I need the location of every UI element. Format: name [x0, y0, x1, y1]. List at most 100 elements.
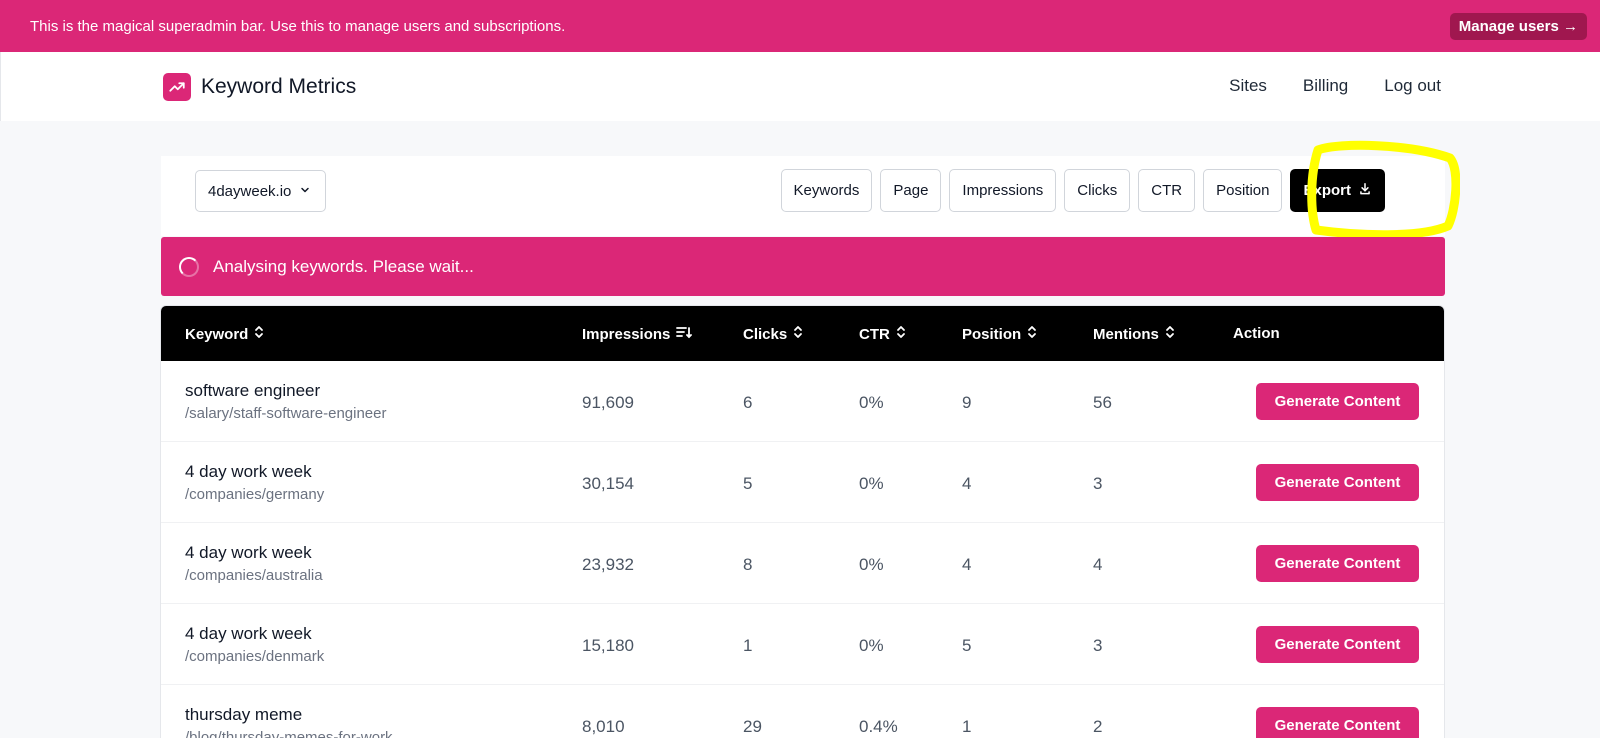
export-button[interactable]: Export — [1290, 169, 1385, 212]
column-impressions-label: Impressions — [582, 325, 671, 343]
sort-impressions-button[interactable]: Impressions — [949, 169, 1057, 212]
column-mentions[interactable]: Mentions — [1093, 325, 1175, 343]
table-row: 4 day work week /companies/denmark 15,18… — [161, 604, 1444, 685]
download-icon — [1358, 182, 1372, 200]
keyword-cell: thursday meme /blog/thursday-memes-for-w… — [185, 705, 393, 738]
nav-billing[interactable]: Billing — [1303, 76, 1348, 96]
manage-users-button[interactable]: Manage users → — [1449, 12, 1587, 40]
trending-up-icon — [163, 73, 191, 101]
ctr-cell: 0% — [859, 474, 884, 493]
column-keyword-label: Keyword — [185, 325, 249, 343]
clicks-cell: 29 — [743, 717, 762, 736]
nav-logout[interactable]: Log out — [1384, 76, 1441, 96]
chevron-down-icon — [299, 183, 311, 200]
generate-content-button[interactable]: Generate Content — [1256, 707, 1419, 738]
generate-content-button[interactable]: Generate Content — [1256, 383, 1419, 420]
toolbar: 4dayweek.io Keywords Page Impressions Cl… — [161, 156, 1445, 236]
ctr-cell: 0% — [859, 636, 884, 655]
column-action: Action — [1233, 325, 1280, 342]
table-row: thursday meme /blog/thursday-memes-for-w… — [161, 685, 1444, 738]
sort-updown-icon — [1027, 325, 1037, 343]
keyword-path: /blog/thursday-memes-for-work — [185, 729, 393, 738]
impressions-cell: 8,010 — [582, 717, 625, 736]
app-name: Keyword Metrics — [201, 75, 357, 98]
keyword-cell: 4 day work week /companies/germany — [185, 462, 324, 503]
mentions-cell: 2 — [1093, 717, 1103, 736]
generate-content-button[interactable]: Generate Content — [1256, 545, 1419, 582]
main-nav: Sites Billing Log out — [1229, 76, 1441, 96]
superadmin-message: This is the magical superadmin bar. Use … — [30, 17, 566, 35]
column-clicks[interactable]: Clicks — [743, 325, 803, 343]
sort-updown-icon — [793, 325, 803, 343]
sort-updown-icon — [896, 325, 906, 343]
impressions-cell: 91,609 — [582, 393, 634, 412]
position-cell: 5 — [962, 636, 972, 655]
impressions-cell: 23,932 — [582, 555, 634, 574]
table-row: 4 day work week /companies/australia 23,… — [161, 523, 1444, 604]
column-mentions-label: Mentions — [1093, 325, 1159, 343]
sort-page-button[interactable]: Page — [880, 169, 942, 212]
keyword-cell: 4 day work week /companies/australia — [185, 543, 323, 584]
keyword-term: 4 day work week — [185, 543, 312, 562]
position-cell: 4 — [962, 474, 972, 493]
generate-content-button[interactable]: Generate Content — [1256, 626, 1419, 663]
export-label: Export — [1303, 182, 1351, 199]
nav-sites[interactable]: Sites — [1229, 76, 1267, 96]
keyword-cell: 4 day work week /companies/denmark — [185, 624, 324, 665]
position-cell: 4 — [962, 555, 972, 574]
generate-content-button[interactable]: Generate Content — [1256, 464, 1419, 501]
table-header: Keyword Impressions Clicks CTR Position … — [161, 306, 1444, 361]
mentions-cell: 3 — [1093, 474, 1103, 493]
column-action-label: Action — [1233, 325, 1280, 342]
clicks-cell: 1 — [743, 636, 753, 655]
loading-spinner-icon — [179, 256, 199, 277]
sort-ctr-button[interactable]: CTR — [1138, 169, 1196, 212]
status-message: Analysing keywords. Please wait... — [213, 256, 474, 276]
sort-clicks-button[interactable]: Clicks — [1064, 169, 1131, 212]
sort-updown-icon — [1165, 325, 1175, 343]
sort-button-group: Keywords Page Impressions Clicks CTR Pos… — [780, 169, 1385, 212]
clicks-cell: 8 — [743, 555, 753, 574]
sort-descending-icon — [676, 325, 693, 343]
column-keyword[interactable]: Keyword — [185, 325, 264, 343]
column-impressions[interactable]: Impressions — [582, 325, 693, 343]
impressions-cell: 30,154 — [582, 474, 634, 493]
clicks-cell: 6 — [743, 393, 753, 412]
sort-updown-icon — [254, 325, 264, 343]
column-clicks-label: Clicks — [743, 325, 788, 343]
column-position-label: Position — [962, 325, 1022, 343]
status-banner: Analysing keywords. Please wait... — [161, 237, 1445, 296]
sort-keywords-button[interactable]: Keywords — [780, 169, 873, 212]
site-select-value: 4dayweek.io — [208, 182, 292, 200]
superadmin-bar: This is the magical superadmin bar. Use … — [0, 0, 1600, 52]
position-cell: 1 — [962, 717, 972, 736]
site-select[interactable]: 4dayweek.io — [195, 170, 327, 212]
sort-position-button[interactable]: Position — [1203, 169, 1283, 212]
position-cell: 9 — [962, 393, 972, 412]
ctr-cell: 0% — [859, 393, 884, 412]
table-row: 4 day work week /companies/germany 30,15… — [161, 442, 1444, 523]
clicks-cell: 5 — [743, 474, 753, 493]
keyword-table: Keyword Impressions Clicks CTR Position … — [160, 305, 1445, 738]
keyword-term: 4 day work week — [185, 624, 312, 643]
keyword-path: /salary/staff-software-engineer — [185, 405, 387, 422]
column-ctr-label: CTR — [859, 325, 890, 343]
keyword-term: software engineer — [185, 381, 321, 400]
table-row: software engineer /salary/staff-software… — [161, 361, 1444, 442]
column-position[interactable]: Position — [962, 325, 1037, 343]
keyword-path: /companies/denmark — [185, 648, 325, 665]
mentions-cell: 4 — [1093, 555, 1103, 574]
mentions-cell: 56 — [1093, 393, 1112, 412]
impressions-cell: 15,180 — [582, 636, 634, 655]
keyword-path: /companies/germany — [185, 486, 325, 503]
keyword-cell: software engineer /salary/staff-software… — [185, 381, 386, 422]
mentions-cell: 3 — [1093, 636, 1103, 655]
ctr-cell: 0.4% — [859, 717, 898, 736]
keyword-path: /companies/australia — [185, 567, 323, 584]
brand[interactable]: Keyword Metrics — [163, 73, 356, 101]
keyword-term: thursday meme — [185, 705, 303, 724]
ctr-cell: 0% — [859, 555, 884, 574]
app-header: Keyword Metrics Sites Billing Log out — [0, 52, 1600, 121]
keyword-term: 4 day work week — [185, 462, 312, 481]
column-ctr[interactable]: CTR — [859, 325, 906, 343]
